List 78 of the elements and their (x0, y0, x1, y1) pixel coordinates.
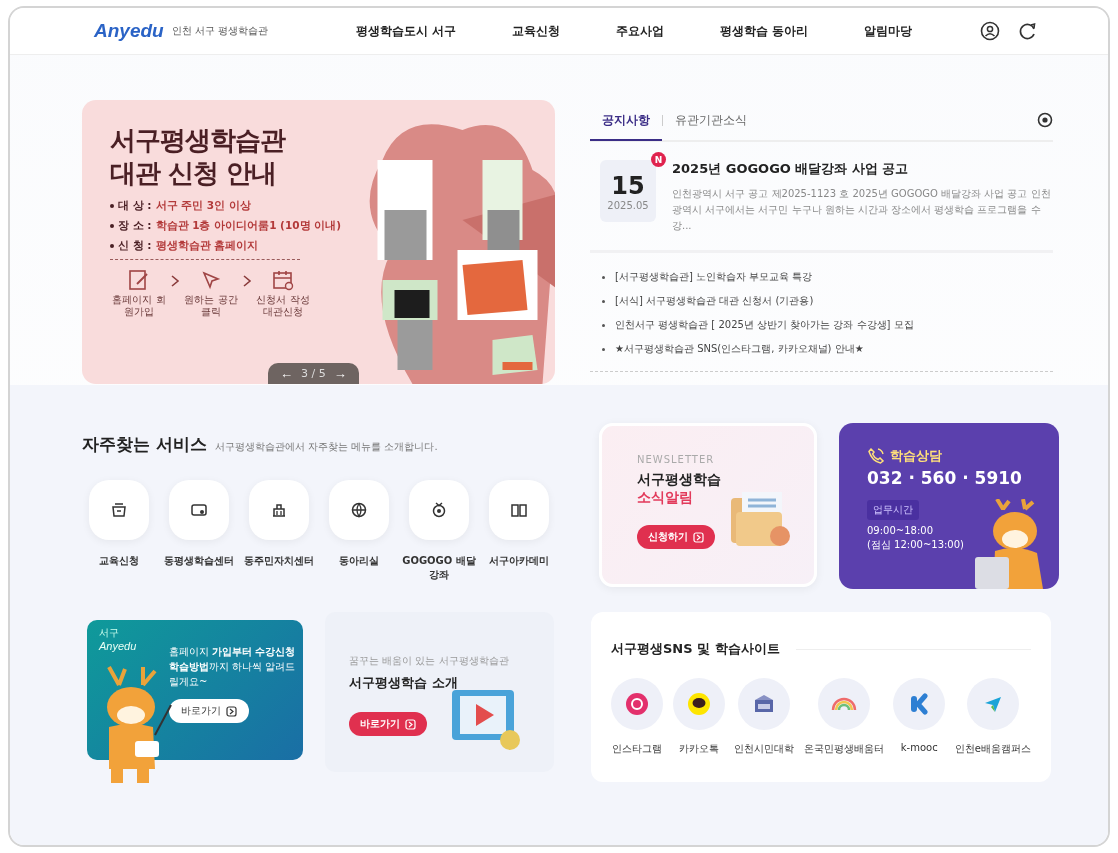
building-icon (270, 501, 288, 519)
step-label: 원하는 공간 클릭 (183, 294, 239, 318)
arrow-square-icon (405, 718, 416, 730)
detail-value: 서구 주민 3인 이상 (155, 199, 251, 213)
notice-title[interactable]: 2025년 GOGOGO 배달강좌 사업 공고 (672, 160, 1053, 178)
service-link[interactable]: 동아리실 (322, 480, 396, 582)
site-name: 인천 서구 평생학습관 (171, 24, 269, 38)
arrow-square-icon (693, 531, 704, 543)
notice-link[interactable]: 인천서구 평생학습관 [ 2025년 상반기 찾아가는 강좌 수강생] 모집 (615, 318, 914, 332)
phone-icon (867, 447, 885, 465)
date-text: 2025.05 (607, 199, 649, 211)
k-logo-icon (908, 693, 931, 715)
service-link[interactable]: 교육신청 (82, 480, 156, 582)
banner[interactable]: 서구평생학습관 대관 신청 안내 대 상 : 서구 주민 3인 이상 장 소 : 학습관 1층 아이디어룸1 (10명 이내) 신 청 : 평생학습관 홈페이지 홈페이지 회원가입 원하는 공간 클릭 신청서 작성 대관신청 ← 3 / 5 → (82, 100, 555, 384)
guide-text: 홈페이지 가입부터 수강신청 학습방법까지 하나씩 알려드릴게요~ (169, 645, 297, 689)
service-link[interactable]: GOGOGO 배달강좌 (402, 480, 476, 582)
banner-title: 서구평생학습관 대관 신청 안내 (110, 124, 287, 189)
calendar-icon (271, 268, 295, 292)
detail-label: 장 소 : (118, 219, 152, 233)
logo[interactable]: Anyedu (94, 20, 164, 42)
page-counter: 3 / 5 (301, 367, 326, 380)
card-title: 서구평생학습 소개 (349, 674, 458, 692)
refresh-icon[interactable] (1018, 21, 1038, 41)
nav-link[interactable]: 평생학습도시 서구 (356, 22, 457, 40)
step-label: 홈페이지 회원가입 (111, 294, 167, 318)
site-link[interactable]: 온국민평생배움터 (803, 678, 884, 756)
step-label: 신청서 작성 대관신청 (255, 294, 311, 318)
day-number: 15 (611, 171, 645, 200)
detail-value: 학습관 1층 아이디어룸1 (10명 이내) (155, 219, 341, 233)
next-button[interactable]: → (331, 366, 349, 381)
site-link[interactable]: 인천e배움캠퍼스 (954, 678, 1031, 756)
user-icon[interactable] (980, 21, 1000, 41)
service-link[interactable]: 동평생학습센터 (162, 480, 236, 582)
new-badge: N (651, 152, 666, 167)
tab[interactable]: 유관기관소식 (663, 101, 759, 141)
notice-link[interactable]: [서구평생학습관] 노인학습자 부모교육 특강 (615, 270, 813, 284)
hours-text: 09:00~18:00 (867, 525, 933, 536)
basket-icon (110, 501, 128, 519)
globe-icon (350, 501, 368, 519)
speech-bubble-icon (686, 692, 711, 716)
logo-caption: 서구 (99, 626, 119, 640)
section-subtitle: 서구평생학습관에서 자주찾는 메뉴를 소개합니다. (214, 440, 438, 454)
card-eyebrow: NEWSLETTER (637, 454, 715, 465)
more-icon[interactable] (1037, 112, 1053, 128)
section-title: 서구평생SNS 및 학습사이트 (611, 640, 780, 658)
notice-link[interactable]: [서식] 서구평생학습관 대관 신청서 (기관용) (615, 294, 814, 308)
form-icon (127, 268, 151, 292)
service-link[interactable]: 동주민자치센터 (242, 480, 316, 582)
medal-icon (430, 501, 448, 519)
book-icon (510, 501, 528, 519)
nav-link[interactable]: 알림마당 (864, 22, 912, 40)
service-link[interactable]: 서구아카데미 (482, 480, 556, 582)
phone-number: 032 · 560 · 5910 (867, 468, 1022, 488)
card-title: 서구평생학습 (637, 471, 721, 489)
shortcut-button[interactable]: 바로가기 (169, 699, 249, 723)
card-highlight: 소식알림 (637, 489, 693, 507)
card-icon (190, 501, 208, 519)
section-title: 자주찾는 서비스 (82, 433, 207, 456)
card-eyebrow: 꿈꾸는 배움이 있는 서구평생학습관 (349, 654, 509, 668)
lunch-hours-text: (점심 12:00~13:00) (867, 538, 964, 552)
camera-icon (625, 692, 649, 716)
hours-badge: 업무시간 (867, 500, 919, 520)
notice-link[interactable]: ★서구평생학습관 SNS(인스타그램, 카카오채널) 안내★ (615, 342, 864, 356)
nav-link[interactable]: 교육신청 (512, 22, 561, 40)
nav-link[interactable]: 평생학습 동아리 (719, 22, 809, 40)
detail-label: 신 청 : (118, 239, 152, 253)
subscribe-button[interactable]: 신청하기 (637, 525, 715, 549)
logo: Anyedu (99, 640, 137, 652)
rainbow-icon (830, 696, 857, 712)
detail-label: 대 상 : (118, 199, 152, 213)
shortcut-button[interactable]: 바로가기 (349, 712, 427, 736)
previous-button[interactable]: ← (278, 366, 295, 381)
card-title: 학습상담 (890, 447, 942, 465)
nav-link[interactable]: 주요사업 (616, 22, 664, 40)
detail-value: 평생학습관 홈페이지 (155, 239, 259, 253)
arrow-square-icon (226, 705, 237, 717)
tab[interactable]: 공지사항 (590, 101, 662, 141)
notice-summary: 인천광역시 서구 공고 제2025-1123 호 2025년 GOGOGO 배달강좌 사업 공고 인천광역시 서구에서는 서구민 누구나 원하는 시간과 장소에서 평생학습 프로그램을 수강... (672, 187, 1052, 233)
